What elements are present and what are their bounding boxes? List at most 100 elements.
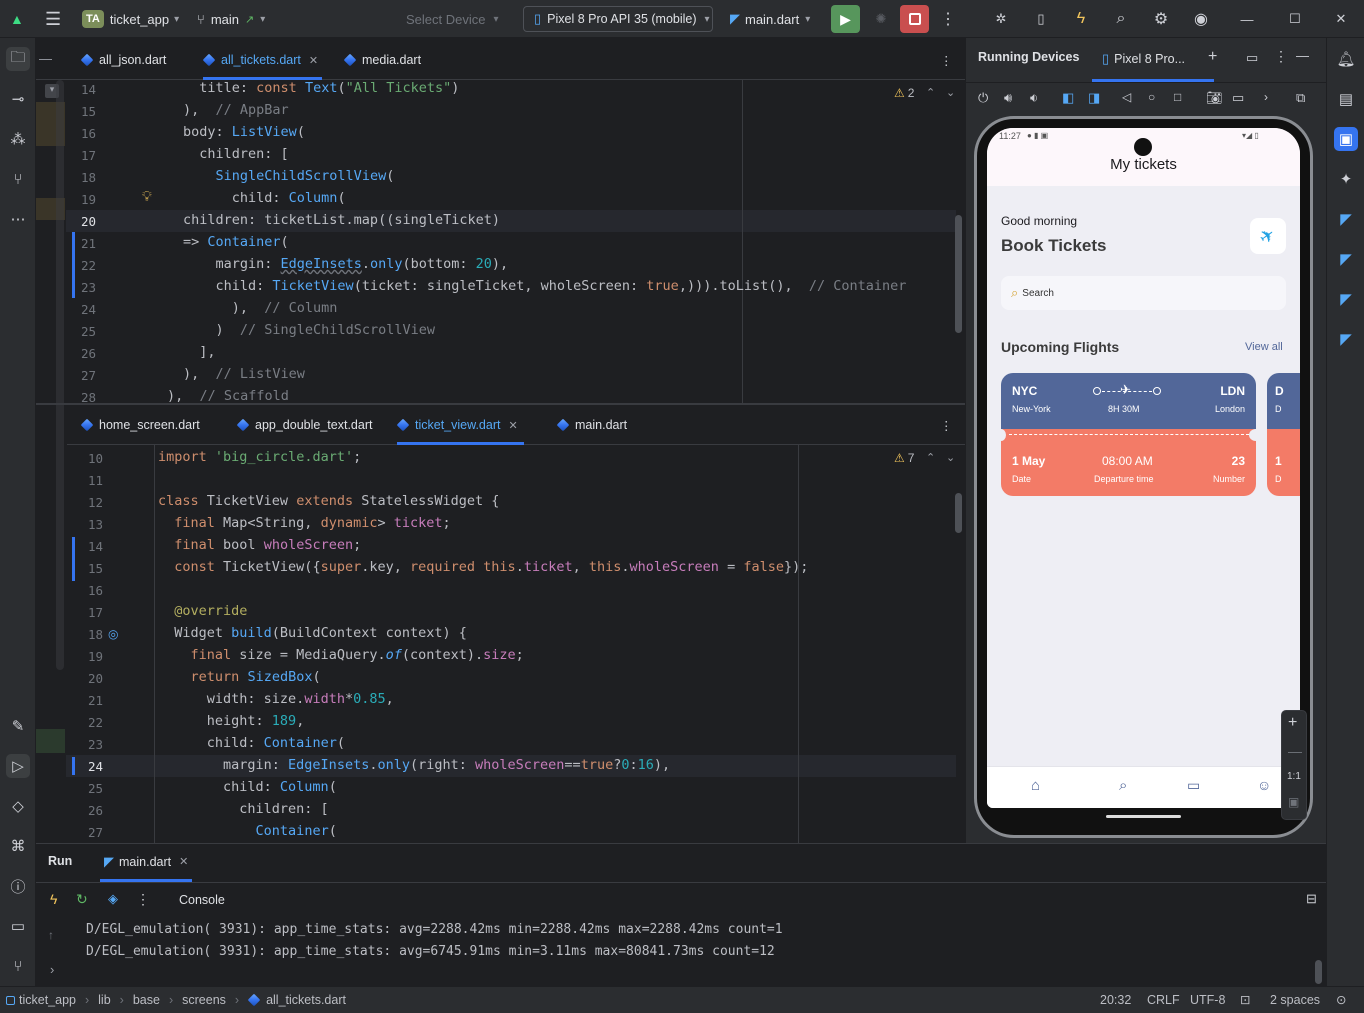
run-button[interactable]: ▶ — [831, 5, 860, 33]
pull-request-icon[interactable]: ⑂ — [6, 167, 30, 191]
tab-app-double-text[interactable]: app_double_text.dart — [236, 405, 372, 445]
hot-restart-icon[interactable]: ↻ — [76, 891, 88, 908]
warning-icon[interactable]: ⚠ 2 — [894, 86, 914, 100]
tabs-more-icon[interactable]: ⋮ — [940, 40, 953, 80]
project-panel-scrollbar[interactable] — [56, 80, 64, 670]
panel-hide-icon[interactable]: — — [1296, 48, 1309, 63]
structure-icon[interactable]: ⁂ — [6, 127, 30, 151]
commit-icon[interactable]: ⊸ — [6, 87, 30, 111]
breadcrumb-item[interactable]: ticket_app — [19, 993, 76, 1007]
rotate-left-icon[interactable]: ◧ — [1062, 90, 1074, 106]
gemini-icon[interactable]: ✦ — [1334, 167, 1358, 191]
console-scrollbar[interactable] — [1315, 960, 1322, 984]
power-icon[interactable]: ⏻ — [978, 90, 988, 106]
vertical-scrollbar[interactable] — [955, 215, 962, 333]
close-icon[interactable]: ✕ — [179, 855, 188, 868]
screen-record-icon[interactable]: ▭ — [1232, 90, 1244, 106]
file-encoding[interactable]: UTF-8 — [1190, 993, 1225, 1007]
lightbulb-icon[interactable]: 💡︎ — [142, 188, 152, 205]
prev-warning-icon[interactable]: ⌃ — [926, 451, 935, 464]
flutter-performance-icon[interactable]: ◤ — [1334, 247, 1358, 271]
volume-down-icon[interactable]: 🔉︎ — [1030, 90, 1038, 106]
tab-media[interactable]: media.dart — [343, 40, 421, 80]
minimize-icon[interactable]: — — [1236, 5, 1258, 33]
flutter-deps-icon[interactable]: ◤ — [1334, 287, 1358, 311]
run-tab-main[interactable]: ◤ main.dart ✕ — [100, 844, 193, 882]
expand-icon[interactable]: › — [50, 962, 54, 977]
search-icon[interactable]: ⌕ — [1110, 5, 1132, 33]
running-devices-icon[interactable]: ▣ — [1334, 127, 1358, 151]
next-warning-icon[interactable]: ⌄ — [946, 451, 955, 464]
overview-icon[interactable]: □ — [1174, 90, 1181, 104]
device-manager-icon[interactable]: ▯ — [1030, 5, 1052, 33]
tab-all-json[interactable]: all_json.dart — [80, 40, 166, 80]
hot-reload-icon[interactable]: ϟ — [1070, 5, 1092, 33]
notifications-icon[interactable]: 🔔︎ — [1334, 47, 1358, 71]
tabs-more-icon[interactable]: ⋮ — [940, 405, 953, 445]
ticket-bottom[interactable]: 1 May Date 08:00 AM Departure time 23 Nu… — [1001, 429, 1256, 496]
panel-more-icon[interactable]: ⋮ — [1274, 48, 1288, 65]
nav-ticket-icon[interactable]: ▭ — [1187, 777, 1200, 794]
settings-icon[interactable]: ⚙ — [1150, 5, 1172, 33]
debug-icon[interactable]: ✺ — [870, 5, 892, 33]
volume-up-icon[interactable]: 🔊︎ — [1004, 90, 1012, 106]
indent-setting[interactable]: 2 spaces — [1270, 993, 1320, 1007]
account-icon[interactable]: ◉ — [1190, 5, 1212, 33]
zoom-actual-size[interactable]: 1:1 — [1287, 771, 1301, 782]
zoom-in-icon[interactable]: + — [1288, 714, 1297, 732]
console-tab[interactable]: Console — [179, 893, 225, 907]
screenshot-icon[interactable]: 📷︎ — [1206, 90, 1223, 106]
close-window-icon[interactable]: ✕ — [1330, 5, 1352, 33]
main-menu-icon[interactable]: ☰ — [45, 0, 61, 38]
tab-main[interactable]: main.dart — [556, 405, 627, 445]
tab-home-screen[interactable]: home_screen.dart — [80, 405, 200, 445]
flutter-outline-icon[interactable]: ◤ — [1334, 207, 1358, 231]
next-warning-icon[interactable]: ⌄ — [946, 86, 955, 99]
nav-search-icon[interactable]: ⌕ — [1119, 777, 1127, 794]
branch-selector[interactable]: ⑂ main ↗ ▾ — [197, 0, 265, 38]
search-field[interactable]: ⌕ Search — [1001, 276, 1286, 310]
hot-reload-icon[interactable]: ϟ — [50, 891, 57, 907]
layout-toggle-icon[interactable]: ⊟ — [1306, 891, 1317, 907]
breadcrumb-item[interactable]: base — [133, 993, 160, 1007]
editor-collapse[interactable]: — — [36, 40, 67, 80]
project-selector[interactable]: TA ticket_app ▾ — [82, 0, 179, 38]
problems-icon[interactable]: ⓘ — [6, 874, 30, 898]
close-icon[interactable]: ✕ — [508, 419, 517, 432]
phone-screen[interactable]: 11:27 ● ▮ ▣ ▾◢ ▯ My tickets Good morning… — [987, 128, 1300, 808]
bug-attach-icon[interactable]: ✲ — [990, 5, 1012, 33]
caret-position[interactable]: 20:32 — [1100, 993, 1131, 1007]
view-all-link[interactable]: View all — [1245, 341, 1283, 353]
flutter-devtools-icon[interactable]: ◤ — [1334, 327, 1358, 351]
inspection-icon[interactable]: ⊡ — [1240, 992, 1250, 1007]
ticket-top[interactable]: NYC New-York ✈ 8H 30M LDN London — [1001, 373, 1256, 429]
devtools-icon[interactable]: ◈ — [108, 891, 118, 907]
breadcrumb-item[interactable]: all_tickets.dart — [266, 993, 346, 1007]
console-output[interactable]: ↑ › D/EGL_emulation( 3931): app_time_sta… — [36, 916, 1326, 987]
project-folder-icon[interactable]: 🗀 — [6, 47, 30, 71]
top-code-editor[interactable]: ▾ 14 15 16 17 18 19 20 21 22 23 24 25 26… — [36, 80, 965, 403]
override-marker-icon[interactable]: ◎ — [108, 627, 118, 641]
back-icon[interactable]: ◁ — [1122, 90, 1131, 104]
run-tool-icon[interactable]: ▷ — [6, 754, 30, 778]
tab-ticket-view[interactable]: ticket_view.dart ✕ — [396, 405, 524, 445]
run-more-icon[interactable]: ⋮ — [136, 891, 150, 908]
next-ticket-bottom[interactable]: 1 D — [1267, 429, 1300, 496]
device-dropdown[interactable]: ▯ Pixel 8 Pro API 35 (mobile) ▾ — [523, 6, 713, 32]
flutter-inspector-icon[interactable]: ✎ — [6, 714, 30, 738]
terminal-cat-icon[interactable]: ⌘ — [6, 834, 30, 858]
version-control-icon[interactable]: ⑂ — [6, 954, 30, 978]
terminal-icon[interactable]: ▭ — [6, 914, 30, 938]
breadcrumb-item[interactable]: lib — [98, 993, 111, 1007]
vertical-scrollbar[interactable] — [955, 493, 962, 533]
home-icon[interactable]: ○ — [1148, 90, 1155, 104]
zoom-out-icon[interactable]: — — [1288, 743, 1302, 759]
layout-icon[interactable]: ▭ — [1246, 50, 1258, 66]
device-tab[interactable]: ▯ Pixel 8 Pro... — [1092, 38, 1214, 82]
nav-home-icon[interactable]: ⌂ — [1031, 777, 1040, 794]
scroll-up-icon[interactable]: ↑ — [48, 928, 54, 942]
gem-icon[interactable]: ◇ — [6, 794, 30, 818]
zoom-fit-icon[interactable]: ▣ — [1288, 795, 1299, 809]
mirror-icon[interactable]: ⧉ — [1296, 90, 1305, 106]
breadcrumb-item[interactable]: screens — [182, 993, 226, 1007]
